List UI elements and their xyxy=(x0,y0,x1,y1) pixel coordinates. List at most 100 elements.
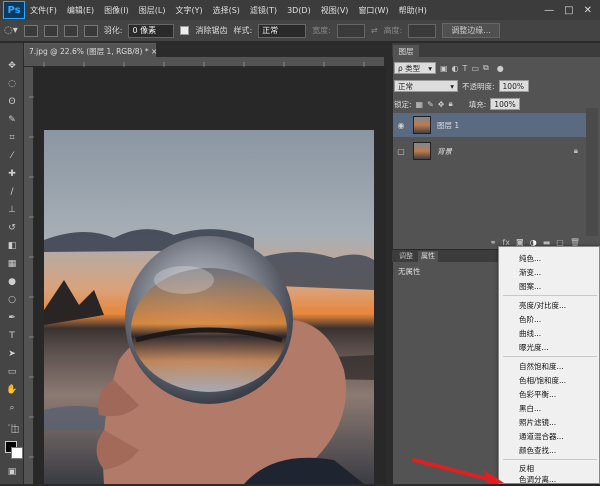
menu-edit[interactable]: 编辑(E) xyxy=(62,5,99,16)
layer-row-1[interactable]: ◉ 图层 1 xyxy=(393,113,586,137)
subtract-selection-icon[interactable] xyxy=(63,24,78,37)
menu-item-brightness-contrast[interactable]: 亮度/对比度... xyxy=(499,298,599,312)
type-tool-icon[interactable]: T xyxy=(5,329,19,342)
menu-item-exposure[interactable]: 曝光度... xyxy=(499,340,599,354)
healing-tool-icon[interactable]: ✚ xyxy=(5,167,19,180)
menu-image[interactable]: 图像(I) xyxy=(99,5,134,16)
filter-smart-icon[interactable]: ⧉ xyxy=(483,63,489,73)
menu-item-curves[interactable]: 曲线... xyxy=(499,326,599,340)
menu-item-vibrance[interactable]: 自然饱和度... xyxy=(499,359,599,373)
menu-type[interactable]: 文字(Y) xyxy=(170,5,207,16)
menu-view[interactable]: 视图(V) xyxy=(316,5,354,16)
menu-help[interactable]: 帮助(H) xyxy=(394,5,432,16)
layer-name: 背景 xyxy=(437,146,452,156)
quick-select-tool-icon[interactable]: ✎ xyxy=(5,113,19,126)
filter-type-icon[interactable]: T xyxy=(463,64,468,73)
menu-filter[interactable]: 滤镜(T) xyxy=(245,5,282,16)
eraser-tool-icon[interactable]: ◧ xyxy=(5,239,19,252)
quick-mask-icon[interactable]: ◫ xyxy=(8,423,22,436)
tab-properties[interactable]: 属性 xyxy=(418,251,438,262)
menu-item-color-balance[interactable]: 色彩平衡... xyxy=(499,387,599,401)
menu-item-levels[interactable]: 色阶... xyxy=(499,312,599,326)
menu-item-hue-saturation[interactable]: 色相/饱和度... xyxy=(499,373,599,387)
brush-tool-icon[interactable]: ∕ xyxy=(5,185,19,198)
maximize-button[interactable]: □ xyxy=(564,5,573,16)
menu-item-photo-filter[interactable]: 照片滤镜... xyxy=(499,415,599,429)
layer-name: 图层 1 xyxy=(437,120,460,130)
screen-mode-icon[interactable]: ▣ xyxy=(5,465,19,478)
menu-item-black-white[interactable]: 黑白... xyxy=(499,401,599,415)
tab-layers[interactable]: 图层 xyxy=(393,45,419,57)
filter-pixel-icon[interactable]: ▣ xyxy=(440,64,448,73)
new-selection-icon[interactable] xyxy=(23,24,38,37)
opacity-input[interactable]: 100% xyxy=(498,80,529,92)
menu-window[interactable]: 窗口(W) xyxy=(353,5,393,16)
height-input[interactable] xyxy=(408,23,437,38)
lock-move-icon[interactable]: ✥ xyxy=(438,100,445,109)
lock-pixels-icon[interactable]: ▦ xyxy=(416,100,424,109)
crop-tool-icon[interactable]: ⌗ xyxy=(5,131,19,144)
fill-label: 填充: xyxy=(468,99,487,109)
hand-tool-icon[interactable]: ✋ xyxy=(5,383,19,396)
close-button[interactable]: ✕ xyxy=(584,5,592,16)
antialias-checkbox[interactable] xyxy=(180,26,190,35)
photoshop-logo: Ps xyxy=(3,1,25,19)
style-select[interactable]: 正常 xyxy=(258,23,307,38)
filter-toggle-icon[interactable]: ● xyxy=(497,64,504,73)
filter-adjust-icon[interactable]: ◐ xyxy=(452,64,459,73)
menu-select[interactable]: 选择(S) xyxy=(208,5,245,16)
menu-item-gradient[interactable]: 渐变... xyxy=(499,265,599,279)
blur-tool-icon[interactable]: ● xyxy=(5,275,19,288)
menu-layer[interactable]: 图层(L) xyxy=(134,5,171,16)
blend-mode-select[interactable]: 正常 ▾ xyxy=(394,80,458,92)
path-select-tool-icon[interactable]: ➤ xyxy=(5,347,19,360)
marquee-tool-preset-icon[interactable]: ◌▾ xyxy=(4,25,18,36)
document-image[interactable] xyxy=(44,130,374,484)
visibility-eye-icon[interactable]: ◉ xyxy=(393,121,409,130)
layers-tabbar xyxy=(392,43,600,57)
height-label: 高度: xyxy=(383,26,403,35)
refine-edge-button[interactable]: 调整边缘... xyxy=(442,23,500,38)
filter-shape-icon[interactable]: ▭ xyxy=(471,64,479,73)
menu-item-solid-color[interactable]: 纯色... xyxy=(499,251,599,265)
blend-row: 正常 ▾ 不透明度: 100% xyxy=(394,79,598,93)
document-tab[interactable]: 7.jpg @ 22.6% (图层 1, RGB/8) * × xyxy=(24,43,157,57)
annotation-arrow xyxy=(412,458,504,484)
menu-separator xyxy=(503,459,597,460)
swap-icon[interactable]: ⇄ xyxy=(371,26,378,35)
add-selection-icon[interactable] xyxy=(43,24,58,37)
marquee-tool-icon[interactable]: ◌ xyxy=(5,77,19,90)
menu-item-pattern[interactable]: 图案... xyxy=(499,279,599,293)
minimize-button[interactable]: — xyxy=(544,5,554,16)
dodge-tool-icon[interactable]: ○ xyxy=(5,293,19,306)
opacity-label: 不透明度: xyxy=(462,81,495,91)
move-tool-icon[interactable]: ✥ xyxy=(5,59,19,72)
menu-file[interactable]: 文件(F) xyxy=(25,5,62,16)
lock-all-icon[interactable]: 🔒︎ xyxy=(449,99,453,109)
window-controls: — □ ✕ xyxy=(544,5,600,16)
clone-stamp-tool-icon[interactable]: ⊥ xyxy=(5,203,19,216)
menu-item-color-lookup[interactable]: 颜色查找... xyxy=(499,443,599,457)
feather-input[interactable]: 0 像素 xyxy=(128,23,175,38)
intersect-selection-icon[interactable] xyxy=(83,24,98,37)
lasso-tool-icon[interactable]: ʘ xyxy=(5,95,19,108)
shape-tool-icon[interactable]: ▭ xyxy=(5,365,19,378)
layer-kind-filter[interactable]: ρ 类型 ▾ xyxy=(394,62,436,74)
tab-adjustments[interactable]: 调整 xyxy=(396,251,416,262)
visibility-toggle-icon[interactable]: ▢ xyxy=(393,147,409,156)
zoom-tool-icon[interactable]: ⌕ xyxy=(5,401,19,414)
history-brush-tool-icon[interactable]: ↺ xyxy=(5,221,19,234)
fill-input[interactable]: 100% xyxy=(490,98,521,110)
width-input[interactable] xyxy=(336,23,365,38)
menu-3d[interactable]: 3D(D) xyxy=(282,6,316,15)
link-layers-icon[interactable]: ⚭ xyxy=(490,238,497,247)
pen-tool-icon[interactable]: ✒ xyxy=(5,311,19,324)
menu-item-channel-mixer[interactable]: 通道混合器... xyxy=(499,429,599,443)
layer-row-background[interactable]: ▢ 背景 🔒︎ xyxy=(393,139,586,163)
lock-row: 锁定: ▦ ✎ ✥ 🔒︎ 填充: 100% xyxy=(394,97,598,111)
gradient-tool-icon[interactable]: ▦ xyxy=(5,257,19,270)
layers-scrollbar[interactable] xyxy=(586,108,598,236)
eyedropper-tool-icon[interactable]: ⁄ xyxy=(5,149,19,162)
lock-paint-icon[interactable]: ✎ xyxy=(427,100,434,109)
background-color-swatch[interactable] xyxy=(11,447,23,459)
